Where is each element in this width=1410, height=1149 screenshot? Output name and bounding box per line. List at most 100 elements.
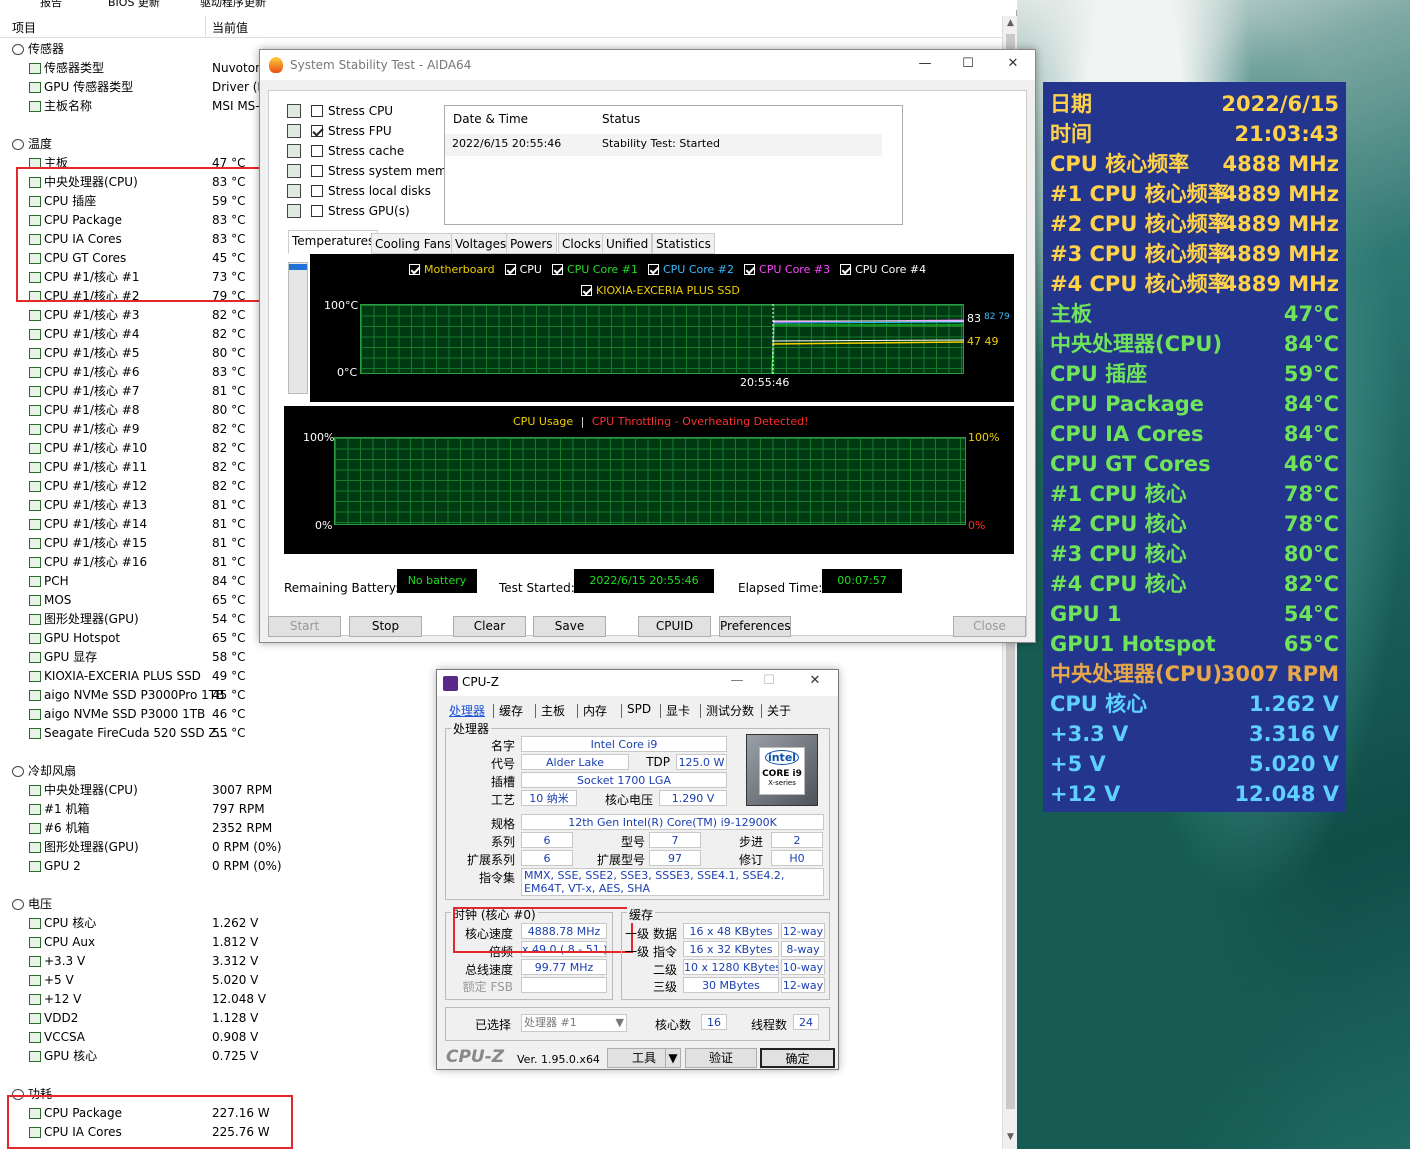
column-current-value[interactable]: 当前值 xyxy=(212,19,248,36)
tab-statistics[interactable]: Statistics xyxy=(652,233,715,254)
cpuz-tab[interactable]: 主板 xyxy=(541,702,565,719)
minimize-icon[interactable]: — xyxy=(910,56,940,71)
osd-row: CPU 核心 1.262 V xyxy=(1043,689,1346,719)
processor-select[interactable]: 处理器 #1 ▼ xyxy=(521,1014,627,1032)
tab-temperatures[interactable]: Temperatures xyxy=(288,230,379,254)
legend-item[interactable]: CPU Core #4 xyxy=(840,263,926,276)
legend-item[interactable]: CPU Core #3 xyxy=(744,263,830,276)
legend-item[interactable]: CPU xyxy=(504,263,542,276)
validate-button[interactable]: 验证 xyxy=(685,1048,757,1068)
cpuid-button[interactable]: CPUID xyxy=(638,616,711,637)
legend-item[interactable]: Motherboard xyxy=(409,263,495,276)
save-button[interactable]: Save xyxy=(533,616,606,637)
stop-button[interactable]: Stop xyxy=(349,616,422,637)
tab-cooling-fans[interactable]: Cooling Fans xyxy=(371,233,455,254)
legend-item[interactable]: CPU Core #2 xyxy=(647,263,735,276)
close-icon[interactable]: ✕ xyxy=(998,56,1028,71)
voltage-icon xyxy=(29,1013,41,1024)
graph-slider[interactable] xyxy=(288,262,308,394)
tree-value: 46 °C xyxy=(212,707,246,721)
osd-row: +3.3 V 3.316 V xyxy=(1043,719,1346,749)
bios-update-button[interactable]: BIOS 更新 xyxy=(108,0,160,10)
osd-key: #4 CPU 核心频率 xyxy=(1050,272,1229,296)
tree-label: CPU #1/核心 #6 xyxy=(44,365,140,379)
cpu-icon xyxy=(29,310,41,321)
minimize-icon[interactable]: — xyxy=(722,673,752,688)
gpu-icon xyxy=(29,842,41,853)
clear-button[interactable]: Clear xyxy=(453,616,526,637)
scroll-down-icon[interactable]: ▼ xyxy=(1003,1130,1018,1145)
tree-value: 81 °C xyxy=(212,384,246,398)
stress-checkbox[interactable] xyxy=(311,205,323,217)
preferences-button[interactable]: Preferences xyxy=(719,616,791,637)
sst-titlebar[interactable]: System Stability Test - AIDA64 — ☐ ✕ xyxy=(260,50,1035,80)
tab-separator xyxy=(535,704,536,718)
spec-value: 12th Gen Intel(R) Core(TM) i9-12900K xyxy=(521,814,824,830)
legend-item[interactable]: CPU Core #1 xyxy=(551,263,638,276)
tab-voltages[interactable]: Voltages xyxy=(451,233,511,254)
legend-ssd-checkbox[interactable] xyxy=(581,285,592,296)
osd-row: #1 CPU 核心频率 4889 MHz xyxy=(1043,179,1346,209)
tools-dropdown-icon[interactable]: ▼ xyxy=(665,1048,681,1068)
ok-button[interactable]: 确定 xyxy=(760,1048,835,1068)
driver-update-button[interactable]: 驱动程序更新 xyxy=(200,0,266,10)
maximize-icon[interactable]: ☐ xyxy=(953,56,983,71)
legend-checkbox[interactable] xyxy=(647,264,659,275)
close-icon[interactable]: ✕ xyxy=(800,673,830,688)
line-core1 xyxy=(771,324,964,374)
cpuz-tab[interactable]: 显卡 xyxy=(666,702,690,719)
osd-value: 4889 MHz xyxy=(1222,212,1339,236)
tab-powers[interactable]: Powers xyxy=(506,233,557,254)
cpuz-tab[interactable]: 缓存 xyxy=(499,702,523,719)
tree-value: 0 RPM (0%) xyxy=(212,859,282,873)
tdp-value: 125.0 W xyxy=(676,754,727,770)
legend-checkbox[interactable] xyxy=(504,264,516,275)
legend-checkbox[interactable] xyxy=(409,264,420,275)
close-button[interactable]: Close xyxy=(953,616,1026,637)
legend-checkbox[interactable] xyxy=(744,264,756,275)
cpuz-tab[interactable]: 关于 xyxy=(767,702,791,719)
l1d-label: 一级 数据 xyxy=(625,927,677,941)
start-button[interactable]: Start xyxy=(268,616,341,637)
tree-value: 54 °C xyxy=(212,612,246,626)
cpuz-tab[interactable]: 测试分数 xyxy=(706,702,754,719)
legend-checkbox[interactable] xyxy=(551,264,563,275)
cpu-icon xyxy=(29,918,41,929)
cpuz-titlebar[interactable]: CPU-Z — ☐ ✕ xyxy=(437,670,838,696)
stress-checkbox[interactable] xyxy=(311,145,323,157)
stress-checkbox[interactable] xyxy=(311,165,323,177)
tree-label: GPU 核心 xyxy=(44,1049,98,1063)
table-row[interactable]: 2022/6/15 20:55:46 Stability Test: Start… xyxy=(445,134,882,156)
tree-row[interactable]: GPU 显存 58 °C xyxy=(0,648,1000,667)
cores-label: 核心数 xyxy=(654,1018,691,1032)
cpu-icon xyxy=(29,1032,41,1043)
tab-unified[interactable]: Unified xyxy=(602,233,653,254)
tree-label: VCCSA xyxy=(44,1030,86,1044)
stress-checkbox[interactable] xyxy=(311,105,323,117)
osd-row: CPU 核心频率 4888 MHz xyxy=(1043,149,1346,179)
instructions-label: 指令集 xyxy=(478,871,515,885)
legend-ssd[interactable]: KIOXIA-EXCERIA PLUS SSD xyxy=(581,284,740,297)
scroll-up-icon[interactable]: ▲ xyxy=(1003,16,1018,31)
throttle-label: CPU Throttling - Overheating Detected! xyxy=(591,415,809,428)
stress-checkbox[interactable] xyxy=(311,185,323,197)
osd-value: 2022/6/15 xyxy=(1221,92,1339,116)
slider-knob[interactable] xyxy=(289,264,307,270)
legend-checkbox[interactable] xyxy=(840,264,852,275)
cpuz-tab[interactable]: 内存 xyxy=(583,702,607,719)
tree-label: CPU #1/核心 #12 xyxy=(44,479,148,493)
maximize-icon[interactable]: ☐ xyxy=(754,673,784,688)
cpuz-tab[interactable]: SPD xyxy=(627,702,651,716)
ext-model-value: 97 xyxy=(649,850,701,866)
osd-row: #3 CPU 核心频率 4889 MHz xyxy=(1043,239,1346,269)
stress-checkbox[interactable] xyxy=(311,125,323,137)
cpu-icon xyxy=(29,937,41,948)
cpuz-tab[interactable]: 处理器 xyxy=(449,702,485,719)
tools-button-label: 工具 xyxy=(631,1051,656,1065)
legend-label: CPU Core #2 xyxy=(662,263,735,276)
column-separator[interactable] xyxy=(205,16,206,38)
report-button[interactable]: 报告 xyxy=(40,0,62,10)
osd-row: 中央处理器(CPU) 84°C xyxy=(1043,329,1346,359)
column-item[interactable]: 项目 xyxy=(12,19,36,36)
tab-clocks[interactable]: Clocks xyxy=(558,233,605,254)
